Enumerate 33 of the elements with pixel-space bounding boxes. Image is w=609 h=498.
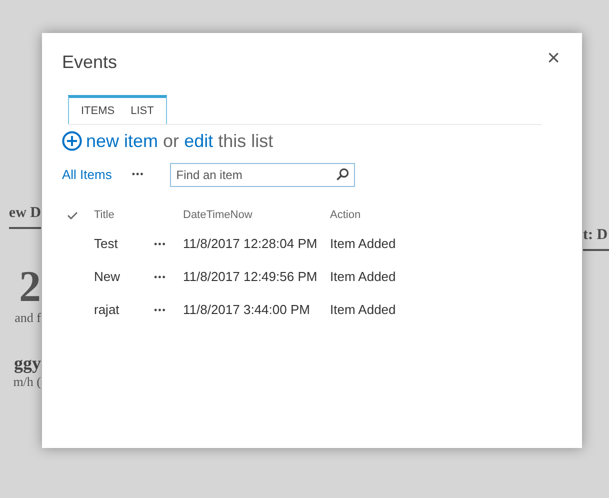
column-header[interactable]: Action bbox=[330, 205, 562, 225]
item-menu-button[interactable]: ••• bbox=[154, 304, 166, 318]
background-heading: t: D bbox=[583, 225, 609, 251]
table-cell[interactable]: Test bbox=[94, 229, 154, 258]
item-menu-button[interactable]: ••• bbox=[154, 270, 166, 284]
ribbon-tab[interactable]: LIST bbox=[130, 102, 154, 120]
view-link[interactable]: All Items bbox=[62, 165, 112, 185]
command-sentence: new item or edit this list bbox=[86, 130, 274, 153]
column-header[interactable]: Title bbox=[94, 205, 154, 225]
table-cell-text: Item Added bbox=[330, 301, 397, 319]
new-item-link[interactable]: new item bbox=[86, 131, 158, 151]
table-cell-text: 11/8/2017 3:44:00 PM bbox=[183, 301, 311, 319]
table-cell-text: 11/8/2017 12:28:04 PM bbox=[183, 235, 318, 253]
view-menu-button[interactable]: ••• bbox=[132, 168, 144, 182]
check-icon[interactable] bbox=[67, 210, 78, 220]
ribbon-tab[interactable]: ITEMS bbox=[81, 102, 115, 120]
search-field[interactable]: Find an item bbox=[170, 163, 356, 187]
table-cell-text: 11/8/2017 12:49:56 PM bbox=[183, 268, 318, 286]
column-header[interactable]: DateTimeNow bbox=[183, 205, 330, 225]
search-icon[interactable] bbox=[336, 168, 350, 181]
background-heading: ggy bbox=[14, 353, 41, 373]
table-cell[interactable]: rajat bbox=[94, 295, 154, 324]
background-text: m/h ( bbox=[13, 373, 41, 391]
add-icon[interactable] bbox=[62, 131, 82, 151]
table-cell[interactable]: New bbox=[94, 262, 154, 291]
close-button[interactable]: × bbox=[547, 47, 560, 69]
background-text: and f bbox=[14, 309, 41, 327]
table-cell-text: Item Added bbox=[330, 235, 397, 253]
edit-list-link[interactable]: edit bbox=[184, 131, 214, 151]
item-menu-button[interactable]: ••• bbox=[154, 238, 166, 252]
table-cell-text: Item Added bbox=[330, 268, 397, 286]
dialog-title: Events bbox=[62, 51, 118, 74]
background-number: 2 bbox=[19, 265, 41, 309]
